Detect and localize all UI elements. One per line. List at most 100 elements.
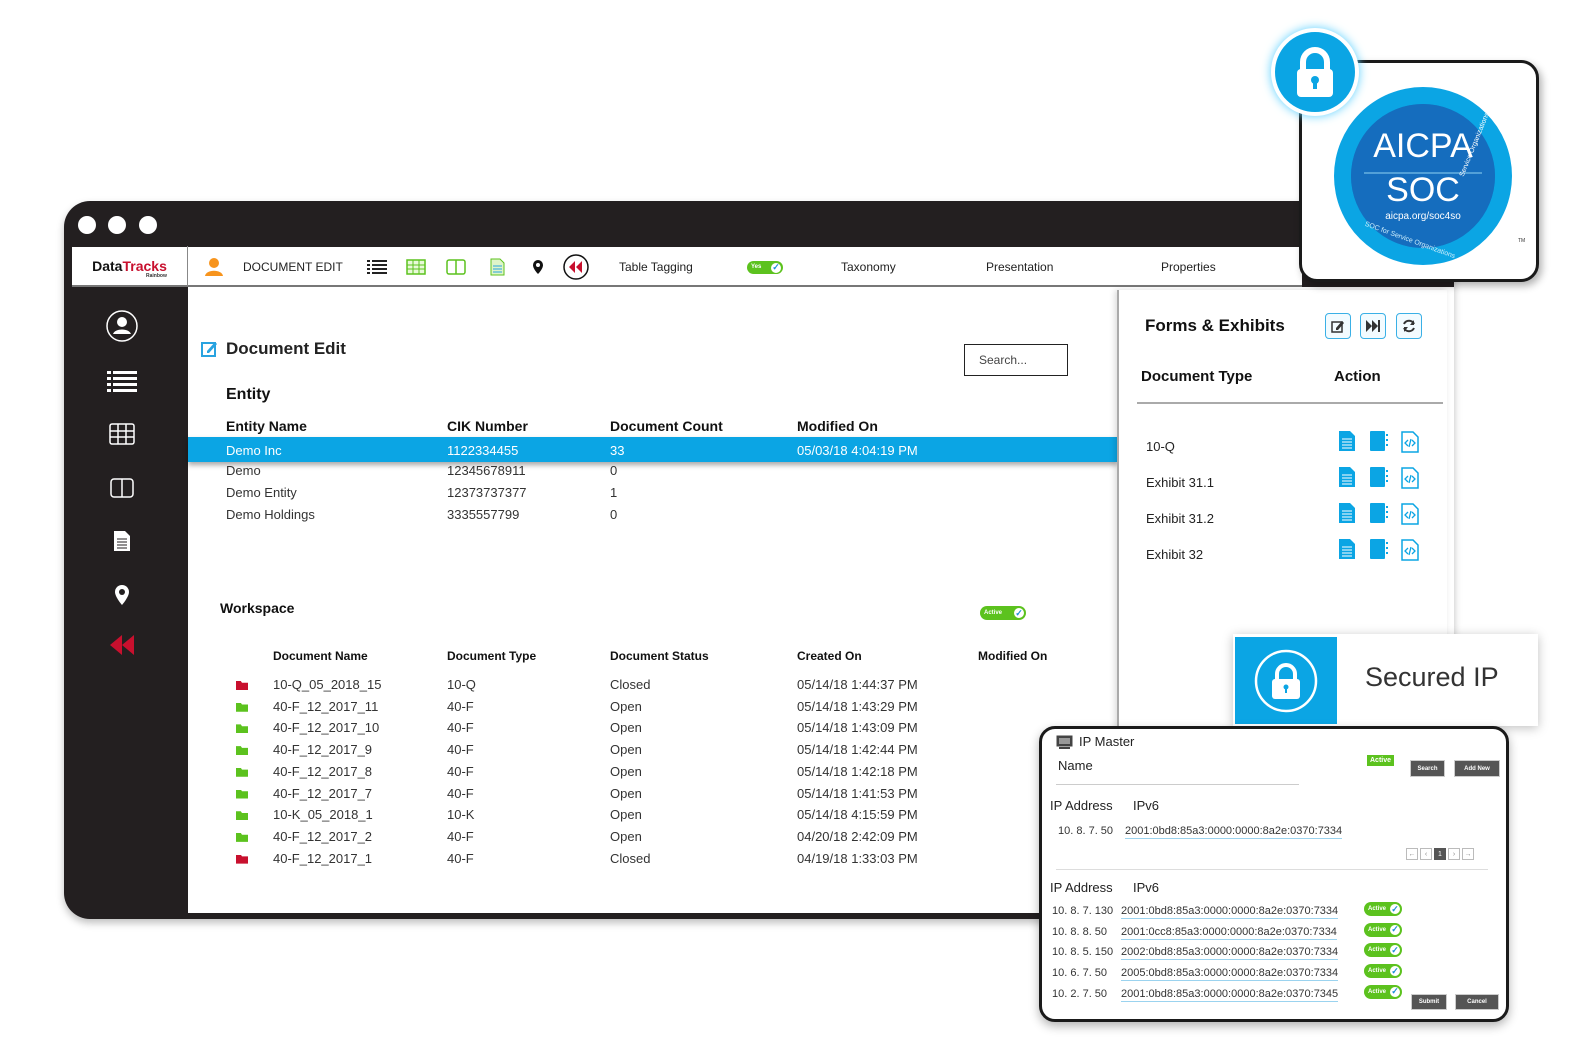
workspace-cell-status[interactable]: Open	[610, 742, 642, 757]
workspace-cell-name[interactable]: 40-F_12_2017_8	[273, 764, 372, 779]
entity-cell-name[interactable]: Demo Inc	[226, 443, 282, 458]
workspace-cell-type[interactable]: 10-Q	[447, 677, 476, 692]
search-button[interactable]: Search	[1410, 760, 1445, 777]
workspace-cell-type[interactable]: 40-F	[447, 699, 474, 714]
col-created-on[interactable]: Created On	[797, 649, 862, 663]
forms-edit-button[interactable]	[1325, 313, 1351, 339]
code-file-icon[interactable]	[1401, 467, 1419, 494]
workspace-cell-created[interactable]: 05/14/18 1:42:44 PM	[797, 742, 918, 757]
ip-status-toggle[interactable]: Active ✓	[1364, 902, 1402, 916]
sidebar-location-icon[interactable]	[102, 578, 142, 612]
workspace-cell-status[interactable]: Open	[610, 720, 642, 735]
col-document-type[interactable]: Document Type	[447, 649, 536, 663]
sidebar-list-icon[interactable]	[102, 364, 142, 398]
ipv6-address[interactable]: 2001:0bd8:85a3:0000:0000:8a2e:0370:7345	[1121, 988, 1339, 1002]
ipv6-address[interactable]: 2001:0cc8:85a3:0000:0000:8a2e:0370:7334	[1121, 926, 1337, 940]
entity-cell-count[interactable]: 0	[610, 463, 617, 478]
sidebar-split-view-icon[interactable]	[102, 471, 142, 505]
toolbar-split-icon[interactable]	[446, 247, 466, 287]
workspace-cell-status[interactable]: Open	[610, 764, 642, 779]
code-file-icon[interactable]	[1401, 503, 1419, 530]
workspace-cell-name[interactable]: 40-F_12_2017_1	[273, 851, 372, 866]
entity-cell-cik[interactable]: 12373737377	[447, 485, 527, 500]
cancel-button[interactable]: Cancel	[1455, 994, 1499, 1010]
workspace-cell-name[interactable]: 10-Q_05_2018_15	[273, 677, 381, 692]
entity-cell-modified[interactable]: 05/03/18 4:04:19 PM	[797, 443, 918, 458]
toolbar-location-icon[interactable]	[532, 247, 544, 287]
book-icon[interactable]	[1369, 539, 1389, 564]
workspace-cell-type[interactable]: 40-F	[447, 764, 474, 779]
entity-cell-count[interactable]: 1	[610, 485, 617, 500]
col-ws-modified-on[interactable]: Modified On	[978, 649, 1047, 663]
entity-cell-name[interactable]: Demo Holdings	[226, 507, 315, 522]
view-document-icon[interactable]	[1339, 503, 1355, 528]
window-maximize-dot[interactable]	[139, 216, 157, 234]
pagination-next[interactable]: ›	[1448, 848, 1460, 860]
workspace-cell-created[interactable]: 05/14/18 1:44:37 PM	[797, 677, 918, 692]
add-new-button[interactable]: Add New	[1454, 760, 1500, 777]
workspace-cell-type[interactable]: 40-F	[447, 851, 474, 866]
table-tagging-toggle[interactable]: Yes ✓	[747, 247, 783, 287]
ip-status-toggle[interactable]: Active ✓	[1364, 943, 1402, 958]
toolbar-table-icon[interactable]	[406, 247, 426, 287]
toolbar-document-icon[interactable]	[490, 247, 505, 287]
ip-status-toggle[interactable]: Active ✓	[1364, 964, 1402, 979]
search-input[interactable]: Search...	[964, 344, 1068, 376]
top-ipv6[interactable]: 2001:0bd8:85a3:0000:0000:8a2e:0370:7334	[1125, 825, 1343, 839]
workspace-cell-status[interactable]: Open	[610, 807, 642, 822]
ipv6-address[interactable]: 2002:0bd8:85a3:0000:0000:8a2e:0370:7334	[1121, 946, 1339, 961]
view-document-icon[interactable]	[1339, 467, 1355, 492]
sidebar-document-icon[interactable]	[102, 524, 142, 558]
workspace-cell-type[interactable]: 10-K	[447, 807, 474, 822]
workspace-cell-name[interactable]: 40-F_12_2017_11	[273, 699, 378, 714]
sidebar-table-icon[interactable]	[102, 417, 142, 451]
submit-button[interactable]: Submit	[1411, 994, 1447, 1010]
workspace-cell-status[interactable]: Open	[610, 699, 642, 714]
book-icon[interactable]	[1369, 431, 1389, 456]
workspace-active-toggle[interactable]: Active ✓	[980, 606, 1026, 620]
tab-taxonomy[interactable]: Taxonomy	[841, 247, 896, 287]
entity-cell-name[interactable]: Demo Entity	[226, 485, 297, 500]
sidebar-user-icon[interactable]	[102, 309, 142, 343]
workspace-cell-created[interactable]: 04/20/18 2:42:09 PM	[797, 829, 918, 844]
workspace-cell-status[interactable]: Closed	[610, 851, 650, 866]
code-file-icon[interactable]	[1401, 539, 1419, 566]
pagination-first[interactable]: ←	[1406, 848, 1418, 860]
ip-status-toggle[interactable]: Active ✓	[1364, 922, 1402, 937]
workspace-cell-type[interactable]: 40-F	[447, 720, 474, 735]
col-document-count[interactable]: Document Count	[610, 418, 723, 434]
toolbar-rewind-icon[interactable]	[563, 247, 589, 287]
workspace-cell-created[interactable]: 05/14/18 1:42:18 PM	[797, 764, 918, 779]
forms-refresh-button[interactable]	[1396, 313, 1422, 339]
entity-cell-cik[interactable]: 3335557799	[447, 507, 519, 522]
workspace-cell-created[interactable]: 05/14/18 1:43:09 PM	[797, 720, 918, 735]
forms-skip-button[interactable]	[1360, 313, 1386, 339]
ipv6-address[interactable]: 2001:0bd8:85a3:0000:0000:8a2e:0370:7334	[1121, 905, 1339, 919]
workspace-cell-name[interactable]: 40-F_12_2017_10	[273, 720, 379, 735]
tab-properties[interactable]: Properties	[1161, 247, 1216, 287]
pagination-last[interactable]: →	[1462, 848, 1474, 860]
workspace-cell-created[interactable]: 05/14/18 1:41:53 PM	[797, 786, 918, 801]
view-document-icon[interactable]	[1339, 431, 1355, 456]
entity-cell-name[interactable]: Demo	[226, 463, 261, 478]
code-file-icon[interactable]	[1401, 431, 1419, 458]
workspace-cell-created[interactable]: 05/14/18 1:43:29 PM	[797, 699, 918, 714]
sidebar-collapse-icon[interactable]	[102, 628, 142, 662]
col-entity-name[interactable]: Entity Name	[226, 418, 307, 434]
entity-cell-cik[interactable]: 12345678911	[447, 463, 526, 478]
user-avatar-icon[interactable]	[204, 247, 224, 287]
ip-status-toggle[interactable]: Active ✓	[1364, 984, 1402, 999]
workspace-cell-name[interactable]: 40-F_12_2017_7	[273, 786, 372, 801]
workspace-cell-type[interactable]: 40-F	[447, 742, 474, 757]
workspace-cell-status[interactable]: Closed	[610, 677, 650, 692]
workspace-cell-type[interactable]: 40-F	[447, 786, 474, 801]
pagination-prev[interactable]: ‹	[1420, 848, 1432, 860]
window-close-dot[interactable]	[78, 216, 96, 234]
book-icon[interactable]	[1369, 467, 1389, 492]
workspace-cell-created[interactable]: 05/14/18 4:15:59 PM	[797, 807, 918, 822]
workspace-cell-created[interactable]: 04/19/18 1:33:03 PM	[797, 851, 918, 866]
entity-cell-cik[interactable]: 1122334455	[447, 443, 518, 458]
entity-cell-count[interactable]: 33	[610, 443, 624, 458]
workspace-cell-type[interactable]: 40-F	[447, 829, 474, 844]
entity-row-selected[interactable]	[188, 437, 1118, 462]
